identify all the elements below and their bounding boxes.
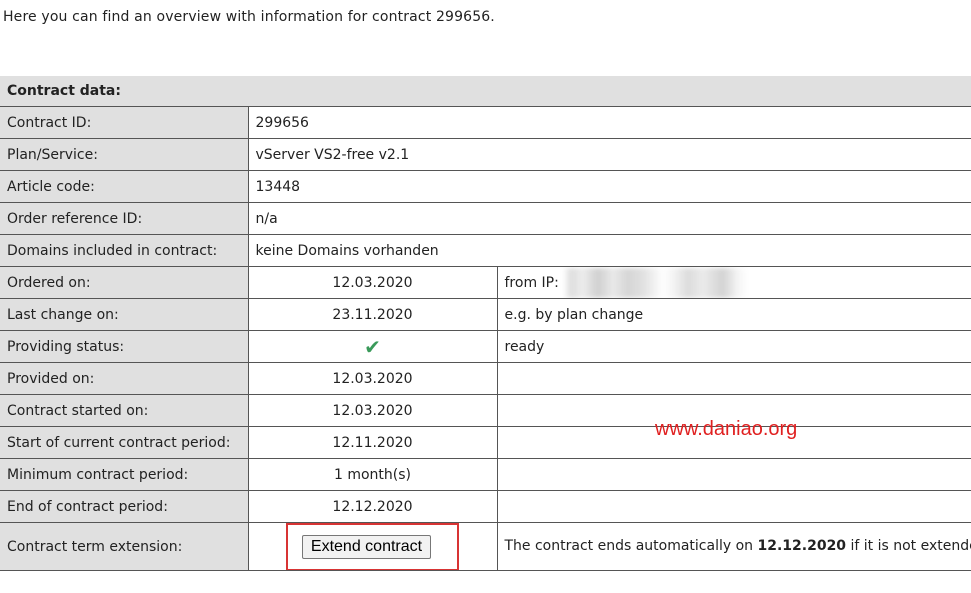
last-change-value: 23.11.2020 xyxy=(247,298,498,331)
contract-table: Contract data: Contract ID: 299656 Plan/… xyxy=(0,76,971,571)
min-period-label: Minimum contract period: xyxy=(0,458,249,491)
redacted-ip xyxy=(563,267,749,298)
table-row: Contract term extension: Extend contract… xyxy=(0,522,971,571)
table-row: Last change on: 23.11.2020 e.g. by plan … xyxy=(0,298,971,331)
extension-note-text-end: if it is not extended manually. xyxy=(850,538,971,554)
plan-label: Plan/Service: xyxy=(0,138,249,171)
period-start-label: Start of current contract period: xyxy=(0,426,249,459)
intro-text: Here you can find an overview with infor… xyxy=(3,9,495,25)
checkmark-icon: ✔ xyxy=(364,335,381,359)
domains-value: keine Domains vorhanden xyxy=(247,234,971,267)
period-end-label: End of contract period: xyxy=(0,490,249,523)
period-end-value: 12.12.2020 xyxy=(247,490,498,523)
contract-id-label: Contract ID: xyxy=(0,106,249,139)
table-header-row: Contract data: xyxy=(0,76,971,107)
min-period-note xyxy=(496,458,971,491)
plan-value: vServer VS2-free v2.1 xyxy=(247,138,971,171)
provided-value: 12.03.2020 xyxy=(247,362,498,395)
started-value: 12.03.2020 xyxy=(247,394,498,427)
table-row: Contract started on: 12.03.2020 xyxy=(0,394,971,427)
extend-contract-button[interactable]: Extend contract xyxy=(301,534,432,559)
table-row: End of contract period: 12.12.2020 xyxy=(0,490,971,523)
min-period-value: 1 month(s) xyxy=(247,458,498,491)
provided-note xyxy=(496,362,971,395)
ordered-value: 12.03.2020 xyxy=(247,266,498,299)
highlight-box: Extend contract xyxy=(285,523,460,570)
status-value: ✔ xyxy=(247,330,498,363)
watermark-text: www.daniao.org xyxy=(655,418,798,440)
order-ref-value: n/a xyxy=(247,202,971,235)
table-row: Contract ID: 299656 xyxy=(0,106,971,139)
table-row: Article code: 13448 xyxy=(0,170,971,203)
table-row: Domains included in contract: keine Doma… xyxy=(0,234,971,267)
table-row: Providing status: ✔ ready xyxy=(0,330,971,363)
ip-label: from IP: xyxy=(504,274,559,291)
status-note: ready xyxy=(496,330,971,363)
extension-note: The contract ends automatically on 12.12… xyxy=(496,522,971,571)
section-title: Contract data: xyxy=(0,76,971,107)
order-ref-label: Order reference ID: xyxy=(0,202,249,235)
extension-note-date: 12.12.2020 xyxy=(757,538,847,554)
started-label: Contract started on: xyxy=(0,394,249,427)
extension-action: Extend contract xyxy=(247,522,498,571)
period-end-note xyxy=(496,490,971,523)
table-row: Order reference ID: n/a xyxy=(0,202,971,235)
table-row: Ordered on: 12.03.2020 from IP: xyxy=(0,266,971,299)
last-change-note: e.g. by plan change xyxy=(496,298,971,331)
ordered-note: from IP: xyxy=(496,266,971,299)
article-label: Article code: xyxy=(0,170,249,203)
table-row: Plan/Service: vServer VS2-free v2.1 xyxy=(0,138,971,171)
contract-id-value: 299656 xyxy=(247,106,971,139)
table-row: Start of current contract period: 12.11.… xyxy=(0,426,971,459)
status-label: Providing status: xyxy=(0,330,249,363)
ordered-label: Ordered on: xyxy=(0,266,249,299)
table-row: Minimum contract period: 1 month(s) xyxy=(0,458,971,491)
extension-label: Contract term extension: xyxy=(0,522,249,571)
provided-label: Provided on: xyxy=(0,362,249,395)
domains-label: Domains included in contract: xyxy=(0,234,249,267)
period-start-value: 12.11.2020 xyxy=(247,426,498,459)
extension-note-text: The contract ends automatically on xyxy=(504,538,758,554)
last-change-label: Last change on: xyxy=(0,298,249,331)
table-row: Provided on: 12.03.2020 xyxy=(0,362,971,395)
article-value: 13448 xyxy=(247,170,971,203)
